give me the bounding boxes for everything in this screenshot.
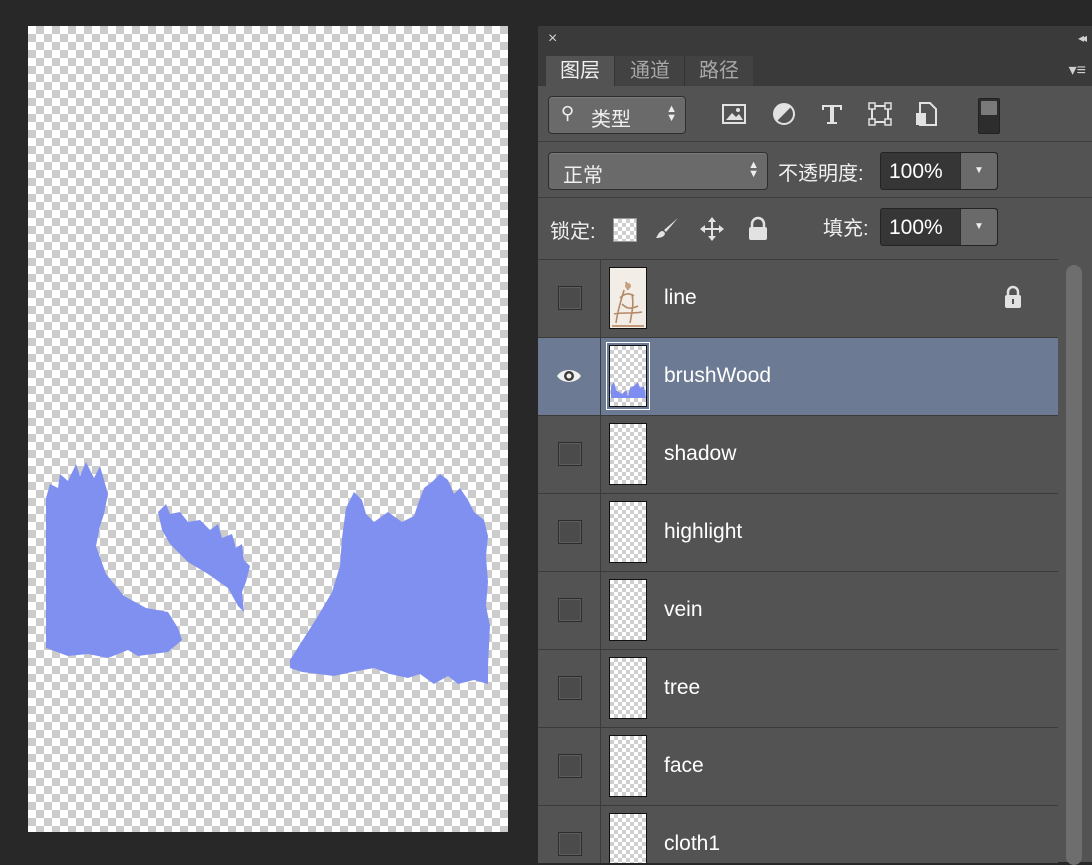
adjustment-filter-icon[interactable] [770,100,798,128]
visibility-toggle[interactable] [538,260,601,337]
layer-thumbnail[interactable] [609,267,647,329]
layer-filter-select[interactable]: ⚲ 类型 ▲ ▼ [548,96,686,134]
image-filter-icon[interactable] [720,100,748,128]
layer-thumbnail[interactable] [609,423,647,485]
layer-thumbnail[interactable] [609,735,647,797]
layer-name[interactable]: vein [664,598,703,622]
chevron-down-icon[interactable]: ▼ [960,209,997,245]
visibility-checkbox[interactable] [558,832,582,856]
brushwood-thumbnail-icon [611,382,646,398]
divider [538,141,1092,142]
layer-thumbnail[interactable] [609,657,647,719]
document-canvas[interactable] [28,26,508,832]
visibility-checkbox[interactable] [558,676,582,700]
layer-row-face[interactable]: face [538,728,1058,806]
layers-scrollbar[interactable] [1058,259,1092,865]
layer-name[interactable]: highlight [664,520,742,544]
search-icon: ⚲ [561,103,575,123]
visibility-toggle[interactable] [538,338,601,415]
layer-name[interactable]: line [664,286,697,310]
tab-paths[interactable]: 路径 [684,56,753,86]
smart-object-filter-icon[interactable] [912,100,940,128]
opacity-value[interactable]: 100% [889,160,943,184]
eye-icon[interactable] [538,338,600,415]
visibility-checkbox[interactable] [558,442,582,466]
layers-panel: × ◂◂ 图层 通道 路径 ▾≡ ⚲ 类型 ▲ ▼ 正常 ▲ ▼ 不透明度: 1… [538,26,1092,865]
layers-list: line brushWood shadow highlight vein tre… [538,259,1058,863]
lock-transparent-pixels-icon[interactable] [613,218,637,242]
panel-tab-bar: 图层 通道 路径 ▾≡ [538,52,1092,86]
panel-menu-icon[interactable]: ▾≡ [1069,60,1086,80]
layer-row-brushwood[interactable]: brushWood [538,338,1058,416]
divider [538,197,1092,198]
layer-thumbnail[interactable] [609,813,647,863]
layer-name[interactable]: cloth1 [664,832,720,856]
layer-thumbnail[interactable] [609,579,647,641]
fill-field[interactable]: 100% ▼ [880,208,998,246]
visibility-checkbox[interactable] [558,754,582,778]
updown-arrows-icon: ▲ ▼ [666,103,677,124]
collapse-panel-icon[interactable]: ◂◂ [1078,31,1087,45]
opacity-label: 不透明度: [778,163,864,185]
layer-name[interactable]: shadow [664,442,736,466]
toggle-knob [981,101,997,115]
filter-kind-label: 类型 [591,109,631,131]
tab-layers[interactable]: 图层 [546,56,614,86]
lock-icon[interactable] [745,216,771,242]
shape-filter-icon[interactable] [866,100,894,128]
blend-mode-select[interactable]: 正常 ▲ ▼ [548,152,768,190]
layer-thumbnail[interactable] [609,501,647,563]
layer-row-vein[interactable]: vein [538,572,1058,650]
type-filter-icon[interactable] [818,100,846,128]
line-art-thumbnail-icon [612,281,644,327]
layer-row-shadow[interactable]: shadow [538,416,1058,494]
layer-name[interactable]: face [664,754,704,778]
fill-label: 填充: [823,218,869,240]
layer-row-cloth1[interactable]: cloth1 [538,806,1058,863]
brush-icon[interactable] [654,216,680,242]
lock-icon [1005,285,1021,308]
lock-label: 锁定: [550,221,596,243]
scrollbar-thumb[interactable] [1066,265,1082,865]
layer-row-tree[interactable]: tree [538,650,1058,728]
opacity-field[interactable]: 100% ▼ [880,152,998,190]
blend-mode-value: 正常 [563,165,603,187]
panel-title-bar: × ◂◂ [538,26,1092,52]
visibility-checkbox[interactable] [558,520,582,544]
fill-value[interactable]: 100% [889,216,943,240]
visibility-toggle[interactable] [538,806,601,863]
layer-row-line[interactable]: line [538,260,1058,338]
visibility-checkbox[interactable] [558,286,582,310]
updown-arrows-icon: ▲ ▼ [748,159,759,180]
layer-name[interactable]: brushWood [664,364,771,388]
filter-toggle-switch[interactable] [978,98,1000,134]
visibility-checkbox[interactable] [558,598,582,622]
visibility-toggle[interactable] [538,494,601,571]
visibility-toggle[interactable] [538,728,601,805]
layer-thumbnail[interactable] [606,342,650,410]
chevron-down-icon[interactable]: ▼ [960,153,997,189]
visibility-toggle[interactable] [538,416,601,493]
layer-name[interactable]: tree [664,676,700,700]
visibility-toggle[interactable] [538,650,601,727]
tab-channels[interactable]: 通道 [614,56,685,86]
close-icon[interactable]: × [548,30,557,48]
layer-row-highlight[interactable]: highlight [538,494,1058,572]
visibility-toggle[interactable] [538,572,601,649]
brushwood-artwork [46,462,490,684]
move-icon[interactable] [699,216,725,242]
